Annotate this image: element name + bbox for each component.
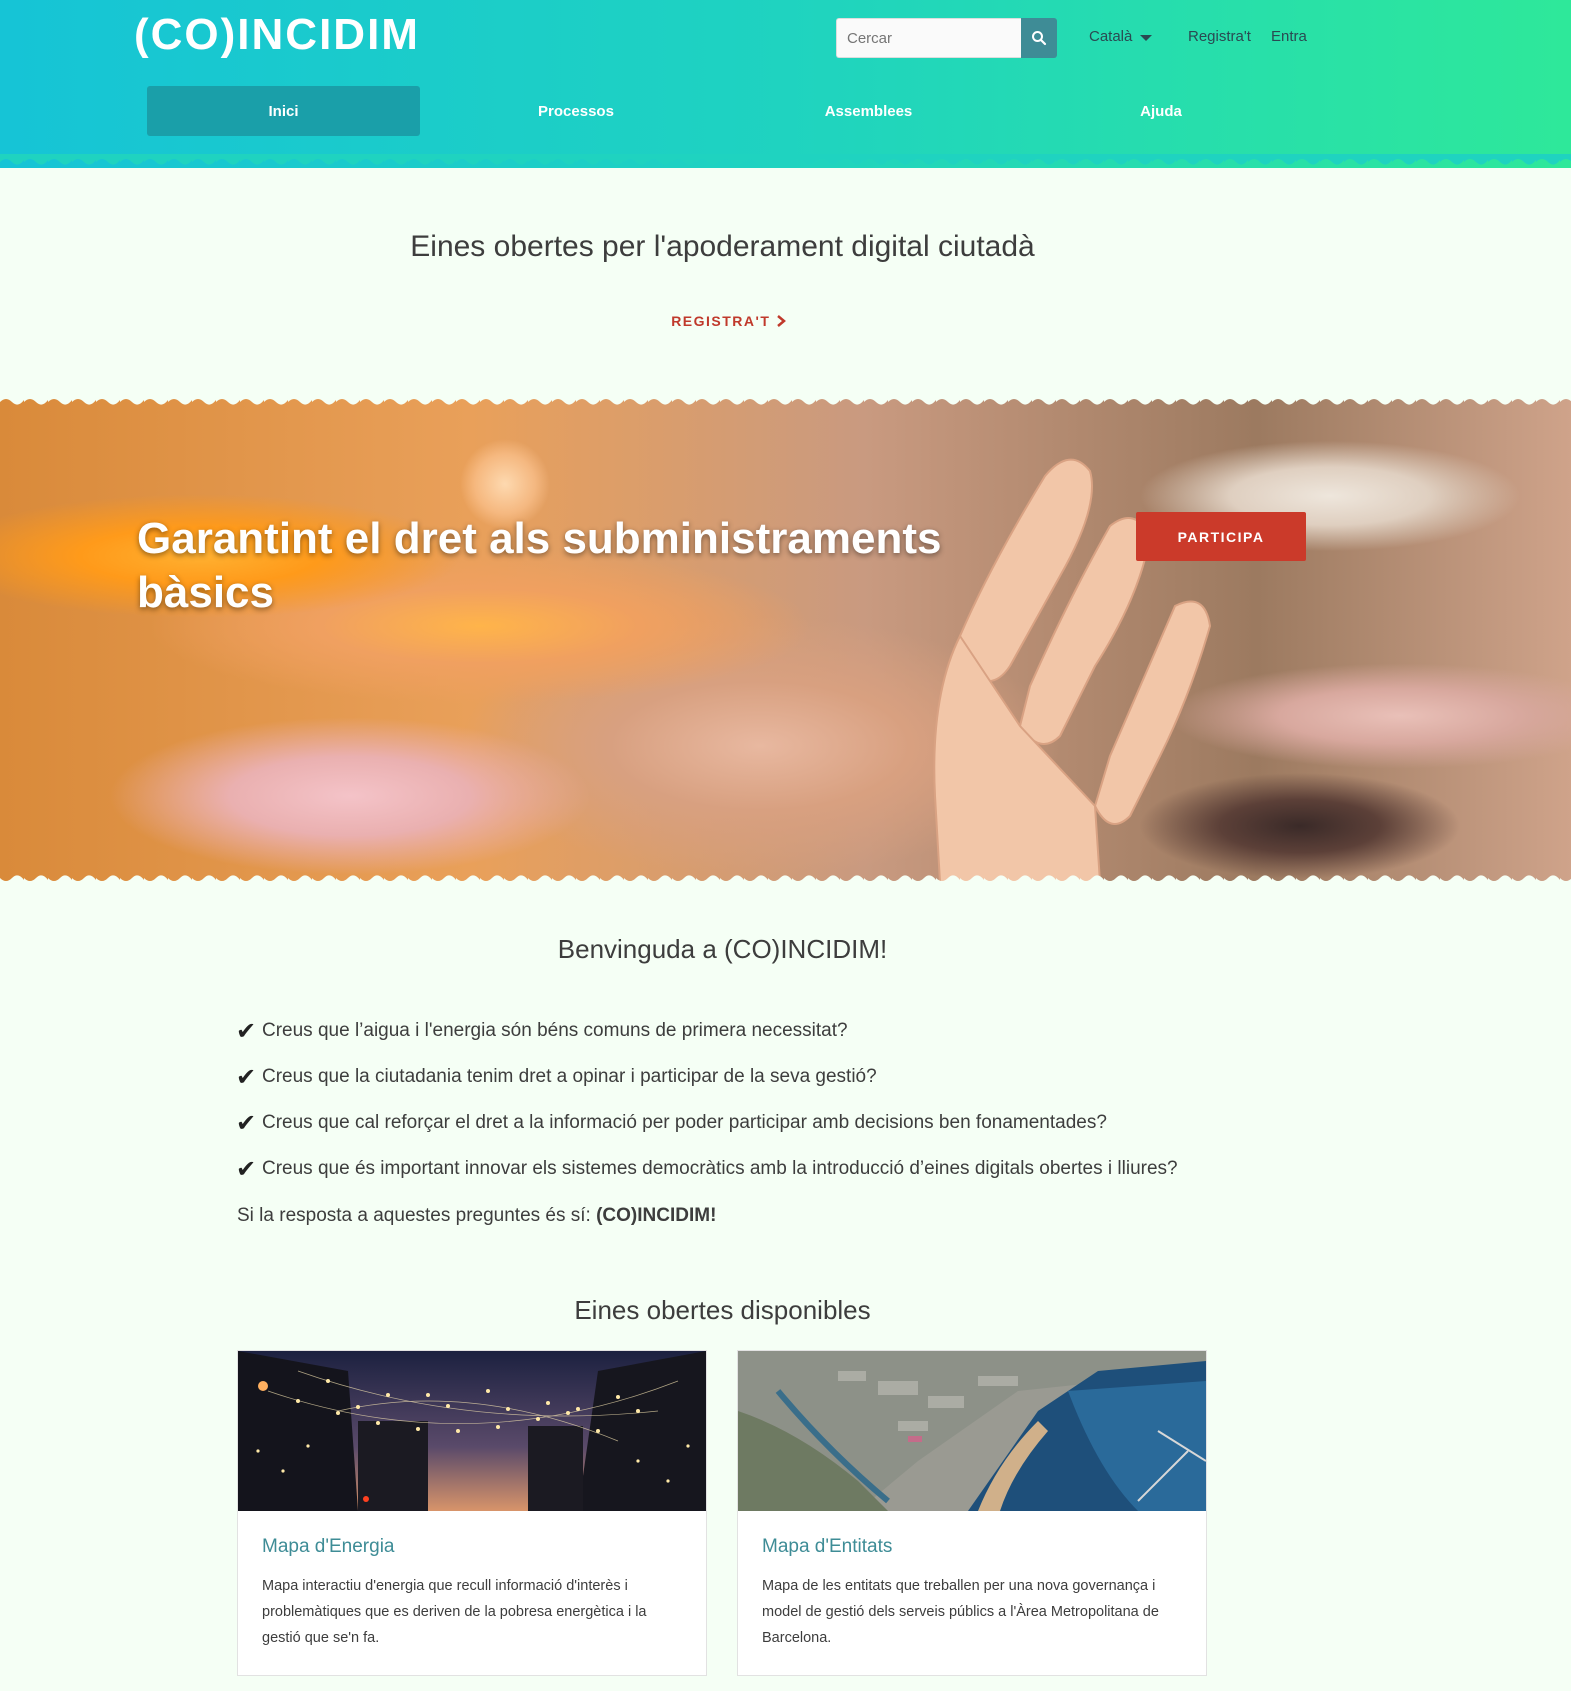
raised-hand-image: [933, 458, 1212, 882]
language-selector[interactable]: Català: [1089, 28, 1153, 45]
nav-item-ajuda[interactable]: Ajuda: [1025, 86, 1298, 136]
nav-item-assemblees[interactable]: Assemblees: [732, 86, 1005, 136]
tools-title: Eines obertes disponibles: [574, 1295, 871, 1325]
hero-top-wave: [0, 394, 1571, 408]
register-cta-link[interactable]: REGISTRA'T: [0, 313, 1457, 329]
logo-text: (CO)INCIDIM: [134, 10, 420, 59]
nav-item-inici[interactable]: Inici: [147, 86, 420, 136]
search-icon: [1032, 31, 1047, 46]
list-item: ✔ Creus que és important innovar els sis…: [236, 1146, 1178, 1192]
register-link[interactable]: Registra't: [1188, 28, 1251, 45]
header-wave-divider: [0, 154, 1571, 168]
page-tagline: Eines obertes per l'apoderament digital …: [410, 230, 1035, 263]
list-item: ✔ Creus que l’aigua i l'energia són béns…: [236, 1008, 1178, 1054]
question-list: ✔ Creus que l’aigua i l'energia són béns…: [236, 1008, 1178, 1192]
language-label: Català: [1089, 28, 1133, 45]
tool-card-entitats[interactable]: Mapa d'Entitats Mapa de les entitats que…: [737, 1350, 1207, 1676]
login-link[interactable]: Entra: [1271, 28, 1307, 45]
tool-card-energia[interactable]: Mapa d'Energia Mapa interactiu d'energia…: [237, 1350, 707, 1676]
answer-prefix: Si la resposta a aquestes preguntes és s…: [237, 1205, 597, 1226]
question-text: Creus que la ciutadania tenim dret a opi…: [262, 1066, 877, 1087]
answer-bold: (CO)INCIDIM!: [596, 1205, 717, 1226]
register-cta-label: REGISTRA'T: [671, 313, 771, 329]
checkmark-icon: ✔: [236, 1063, 257, 1091]
nav-item-processos[interactable]: Processos: [440, 86, 713, 136]
search-form: [836, 18, 1057, 58]
participa-button[interactable]: PARTICIPA: [1136, 512, 1306, 561]
card-description: Mapa interactiu d'energia que recull inf…: [262, 1578, 647, 1646]
welcome-title: Benvinguda a (CO)INCIDIM!: [557, 934, 888, 964]
question-text: Creus que l’aigua i l'energia són béns c…: [262, 1020, 848, 1041]
checkmark-icon: ✔: [236, 1155, 257, 1183]
site-header: (CO)INCIDIM Català Registra't Entra Inic…: [0, 0, 1571, 168]
checkmark-icon: ✔: [236, 1109, 257, 1137]
search-button[interactable]: [1021, 18, 1057, 58]
card-title[interactable]: Mapa d'Energia: [262, 1536, 395, 1558]
port-aerial-image: [738, 1351, 1206, 1511]
checkmark-icon: ✔: [236, 1017, 257, 1045]
question-text: Creus que és important innovar els siste…: [262, 1158, 1178, 1179]
card-title[interactable]: Mapa d'Entitats: [762, 1536, 892, 1558]
site-logo[interactable]: (CO)INCIDIM: [134, 10, 420, 60]
chevron-right-icon: [776, 315, 786, 327]
card-description: Mapa de les entitats que treballen per u…: [762, 1578, 1159, 1646]
caret-down-icon: [1140, 35, 1153, 41]
list-item: ✔ Creus que cal reforçar el dret a la in…: [236, 1100, 1178, 1146]
hero-bottom-wave: [0, 872, 1571, 886]
answer-text: Si la resposta a aquestes preguntes és s…: [237, 1205, 716, 1227]
hero-banner: [0, 396, 1571, 882]
question-text: Creus que cal reforçar el dret a la info…: [262, 1112, 1107, 1133]
search-input[interactable]: [836, 18, 1021, 58]
hero-title: Garantint el dret als subministraments b…: [137, 514, 942, 617]
list-item: ✔ Creus que la ciutadania tenim dret a o…: [236, 1054, 1178, 1100]
street-lights-image: [238, 1351, 706, 1511]
main-nav: Inici Processos Assemblees Ajuda: [147, 86, 1317, 136]
